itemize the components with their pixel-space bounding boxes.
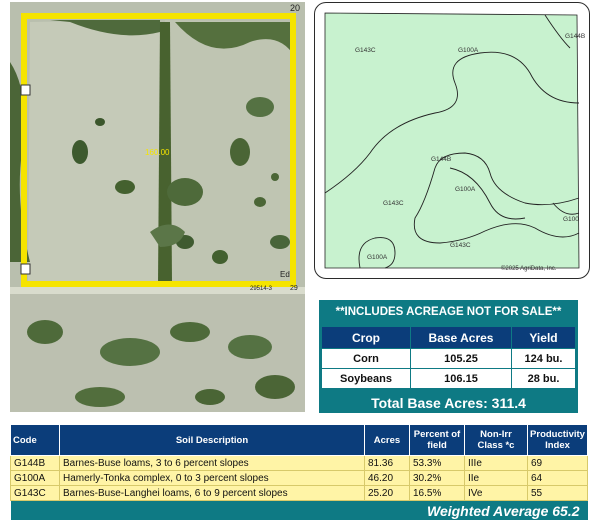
soil-label-3: G144B bbox=[565, 33, 586, 40]
acreage-label: 160.00 bbox=[145, 148, 170, 157]
map-copyright: ©2025 AgriData, Inc. bbox=[501, 266, 557, 272]
column-header: Yield bbox=[511, 326, 576, 349]
crop-cell: Corn bbox=[321, 348, 411, 369]
soil-code: G144B bbox=[10, 455, 60, 471]
map-marker bbox=[20, 263, 31, 275]
soil-productivity: 69 bbox=[527, 455, 588, 471]
column-header: Code bbox=[10, 424, 60, 456]
weighted-average: Weighted Average 65.2 bbox=[10, 500, 588, 520]
soil-description: Barnes-Buse loams, 3 to 6 percent slopes bbox=[59, 455, 365, 471]
soil-acres: 81.36 bbox=[364, 455, 410, 471]
soil-code: G143C bbox=[10, 485, 60, 501]
soil-table-panel: Code Soil Description Acres Percent of f… bbox=[10, 424, 588, 520]
soil-class: IIe bbox=[464, 470, 528, 486]
crop-cell: Soybeans bbox=[321, 368, 411, 389]
map-marker bbox=[20, 84, 31, 96]
section-number-2: 29 bbox=[290, 285, 298, 292]
table-row: Soybeans 106.15 28 bu. bbox=[321, 368, 576, 389]
bottom-text: 29514-3 bbox=[250, 286, 273, 292]
soil-label-8: G143C bbox=[450, 242, 471, 249]
column-header: Base Acres bbox=[410, 326, 512, 349]
soil-acres: 25.20 bbox=[364, 485, 410, 501]
soil-label-9: G100 bbox=[563, 216, 579, 223]
table-row: Corn 105.25 124 bu. bbox=[321, 348, 576, 369]
column-header: Soil Description bbox=[59, 424, 365, 456]
base-acres-notice: **INCLUDES ACREAGE NOT FOR SALE** bbox=[335, 306, 562, 318]
weighted-value: 65.2 bbox=[552, 502, 580, 519]
column-header: Percent of field bbox=[409, 424, 465, 456]
soil-boundaries bbox=[324, 12, 580, 269]
table-header-row: Code Soil Description Acres Percent of f… bbox=[10, 424, 588, 456]
aerial-photo: 160.00 20 29 Ed 29514-3 bbox=[10, 2, 305, 412]
aerial-image bbox=[10, 2, 305, 412]
soil-code: G100A bbox=[10, 470, 60, 486]
soil-description: Barnes-Buse-Langhei loams, 6 to 9 percen… bbox=[59, 485, 365, 501]
soil-class: IVe bbox=[464, 485, 528, 501]
base-acres-panel: **INCLUDES ACREAGE NOT FOR SALE** Crop B… bbox=[319, 300, 578, 413]
soil-table: Code Soil Description Acres Percent of f… bbox=[10, 424, 588, 520]
yield-cell: 28 bu. bbox=[511, 368, 576, 389]
column-header: Productivity Index bbox=[527, 424, 588, 456]
total-label: Total Base Acres: bbox=[371, 395, 488, 411]
column-header: Acres bbox=[364, 424, 410, 456]
weighted-label: Weighted Average bbox=[426, 502, 549, 519]
table-row: G100A Hamerly-Tonka complex, 0 to 3 perc… bbox=[10, 470, 588, 486]
soil-class: IIIe bbox=[464, 455, 528, 471]
table-row: G143C Barnes-Buse-Langhei loams, 6 to 9 … bbox=[10, 485, 588, 501]
column-header: Crop bbox=[321, 326, 411, 349]
soil-productivity: 55 bbox=[527, 485, 588, 501]
total-value: 311.4 bbox=[491, 395, 526, 411]
soil-label-7: G100A bbox=[367, 254, 388, 261]
soil-percent: 53.3% bbox=[409, 455, 465, 471]
table-header-row: Crop Base Acres Yield bbox=[321, 326, 576, 349]
base-acres-cell: 105.25 bbox=[410, 348, 512, 369]
yield-cell: 124 bu. bbox=[511, 348, 576, 369]
soil-label-1: G143C bbox=[355, 47, 376, 54]
base-acres-table: Crop Base Acres Yield Corn 105.25 124 bu… bbox=[321, 326, 576, 389]
soil-percent: 16.5% bbox=[409, 485, 465, 501]
base-acres-cell: 106.15 bbox=[410, 368, 512, 389]
table-row: G144B Barnes-Buse loams, 3 to 6 percent … bbox=[10, 455, 588, 471]
total-base-acres: Total Base Acres: 311.4 bbox=[319, 393, 578, 413]
edge-text: Ed bbox=[280, 270, 290, 279]
soil-productivity: 64 bbox=[527, 470, 588, 486]
soil-acres: 46.20 bbox=[364, 470, 410, 486]
soil-label-4: G144B bbox=[431, 156, 452, 163]
soil-label-2: G100A bbox=[458, 47, 479, 54]
soil-percent: 30.2% bbox=[409, 470, 465, 486]
column-header: Non-Irr Class *c bbox=[464, 424, 528, 456]
section-number: 20 bbox=[290, 3, 301, 13]
soil-label-5: G100A bbox=[455, 186, 476, 193]
soil-map: G143C G100A G144B G144B G100A G143C G100… bbox=[314, 2, 590, 279]
soil-label-6: G143C bbox=[383, 200, 404, 207]
weighted-average-row: Weighted Average 65.2 bbox=[10, 500, 588, 520]
soil-description: Hamerly-Tonka complex, 0 to 3 percent sl… bbox=[59, 470, 365, 486]
